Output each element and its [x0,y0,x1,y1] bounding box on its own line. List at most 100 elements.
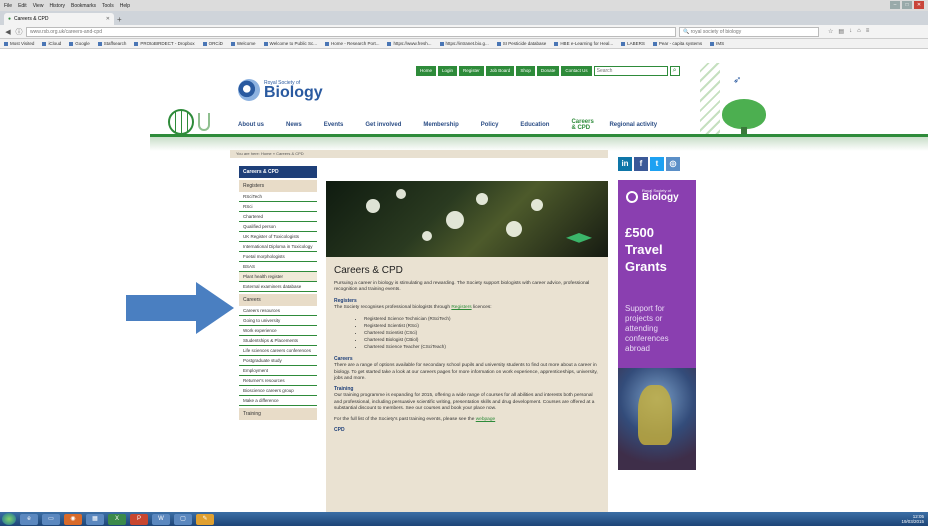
info-icon[interactable]: ⓘ [15,27,23,37]
taskbar-ie-icon[interactable]: e [20,513,38,525]
sidebar-section-training[interactable]: Training [239,408,317,420]
bookmark-item[interactable]: Staffsearch [98,41,127,46]
taskbar-window-icon[interactable]: ▢ [174,513,192,525]
library-icon[interactable]: ▤ [838,28,844,35]
site-search-input[interactable] [593,66,668,76]
webpage-link[interactable]: webpage [476,417,495,422]
menu-bookmarks[interactable]: Bookmarks [71,3,96,9]
register-link[interactable]: Register [459,66,484,76]
nav-news[interactable]: News [286,122,302,128]
taskbar-paint-icon[interactable]: ✎ [196,513,214,525]
bookmark-item[interactable]: IMS [710,41,724,46]
taskbar-word-icon[interactable]: W [152,513,170,525]
rss-icon[interactable]: ◎ [666,157,680,171]
nav-careers-cpd[interactable]: Careers & CPD [571,119,597,131]
job-board-link[interactable]: Job Board [485,66,515,76]
sidebar-item[interactable]: Work experience [239,326,317,336]
menu-history[interactable]: History [49,3,65,9]
sidebar-item[interactable]: Employment [239,366,317,376]
menu-file[interactable]: File [4,3,12,9]
nav-about-us[interactable]: About us [238,122,264,128]
menu-tools[interactable]: Tools [102,3,114,9]
sidebar-item[interactable]: Chartered [239,212,317,222]
taskbar-powerpoint-icon[interactable]: P [130,513,148,525]
web-page: Home Login Register Job Board Shop Donat… [0,49,928,512]
url-bar[interactable]: www.rsb.org.uk/careers-and-cpd [26,26,676,37]
minimize-button[interactable]: – [890,1,900,9]
bookmark-item[interactable]: Most Visited [4,41,34,46]
sidebar-section-registers[interactable]: Registers [239,180,317,192]
bookmark-item[interactable]: Google [69,41,90,46]
sidebar-item[interactable]: RSci [239,202,317,212]
nav-events[interactable]: Events [324,122,344,128]
sidebar-item[interactable]: BSAS [239,262,317,272]
bookmark-item[interactable]: https://intranet.bio.g... [440,41,489,46]
sidebar-item[interactable]: Qualified person [239,222,317,232]
menu-help[interactable]: Help [120,3,130,9]
nav-education[interactable]: Education [520,122,549,128]
sidebar-item[interactable]: Careers resources [239,306,317,316]
star-icon[interactable]: ☆ [828,28,833,35]
sidebar-item[interactable]: Postgraduate study [239,356,317,366]
new-tab-button[interactable]: + [117,15,129,25]
sidebar-item[interactable]: RSciTech [239,192,317,202]
sidebar-item[interactable]: Bioscience careers group [239,386,317,396]
site-logo[interactable]: Royal Society of Biology [238,79,323,101]
donate-link[interactable]: Donate [536,66,560,76]
linkedin-icon[interactable]: in [618,157,632,171]
browser-search-box[interactable]: 🔍 royal society of biology [679,26,819,37]
travel-grants-ad[interactable]: Royal Society of Biology £500 Travel Gra… [618,180,696,470]
bookmark-item[interactable]: Home - Research Port... [325,41,380,46]
bookmark-item[interactable]: Pear - capita systems [653,41,702,46]
bookmark-item[interactable]: SI Pesticide database [497,41,547,46]
nav-membership[interactable]: Membership [423,122,458,128]
close-tab-icon[interactable]: ✕ [106,16,110,22]
download-icon[interactable]: ↓ [849,28,852,35]
nav-get-involved[interactable]: Get involved [365,122,401,128]
sidebar-header[interactable]: Careers & CPD [239,166,317,178]
registers-link[interactable]: Registers [451,305,471,310]
bookmark-item[interactable]: iCloud [42,41,61,46]
taskbar-folder-icon[interactable]: ▭ [42,513,60,525]
sidebar-item[interactable]: UK Register of Toxicologists [239,232,317,242]
taskbar-firefox-icon[interactable]: ◉ [64,513,82,525]
sidebar-item[interactable]: Studentships & Placements [239,336,317,346]
browser-tab[interactable]: ● Careers & CPD ✕ [4,13,114,25]
close-window-button[interactable]: ✕ [914,1,924,9]
contact-link[interactable]: Contact Us [561,66,592,76]
sidebar-section-careers[interactable]: Careers [239,294,317,306]
home-link[interactable]: Home [416,66,437,76]
back-icon[interactable]: ◀ [4,28,12,36]
sidebar-item[interactable]: External examiners database [239,282,317,292]
nav-regional-activity[interactable]: Regional activity [609,122,657,128]
bookmark-item[interactable]: PROtoBIRDECT - Dropbox [134,41,194,46]
bookmark-item[interactable]: LABERS [621,41,645,46]
menu-icon[interactable]: ≡ [866,28,870,35]
facebook-icon[interactable]: f [634,157,648,171]
start-button[interactable] [2,513,16,525]
menu-view[interactable]: View [33,3,44,9]
sidebar-item[interactable]: Going to university [239,316,317,326]
system-clock[interactable]: 12:05 19/03/2015 [901,514,924,524]
sidebar-item[interactable]: Make a difference [239,396,317,406]
home-icon[interactable]: ⌂ [857,28,861,35]
sidebar-item[interactable]: Returner's resources [239,376,317,386]
bookmark-item[interactable]: Welcome [231,41,256,46]
site-search-icon[interactable]: ⌕ [669,66,680,76]
twitter-icon[interactable]: t [650,157,664,171]
taskbar-excel-icon[interactable]: X [108,513,126,525]
login-link[interactable]: Login [438,66,458,76]
nav-policy[interactable]: Policy [481,122,499,128]
menu-edit[interactable]: Edit [18,3,27,9]
bookmark-item[interactable]: HBE e-Learning for Heal... [554,41,613,46]
shop-link[interactable]: Shop [516,66,535,76]
maximize-button[interactable]: □ [902,1,912,9]
bookmark-item[interactable]: ORCiD [203,41,223,46]
sidebar-item[interactable]: Foetal morphologists [239,252,317,262]
sidebar-item-plant-health[interactable]: Plant health register [239,272,317,282]
taskbar-app-icon[interactable]: ▦ [86,513,104,525]
bookmark-item[interactable]: Welcome to Public Sc... [264,41,317,46]
sidebar-item[interactable]: International Diploma in Toxicology [239,242,317,252]
sidebar-item[interactable]: Life sciences careers conferences [239,346,317,356]
bookmark-item[interactable]: https://www.fresh... [387,41,431,46]
